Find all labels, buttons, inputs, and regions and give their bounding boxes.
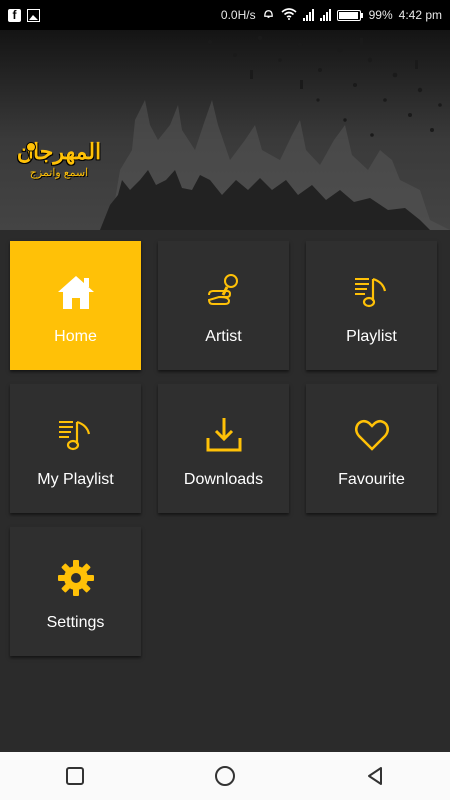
logo-microphone-icon (26, 142, 36, 160)
home-circle-icon[interactable] (214, 765, 236, 787)
alarm-icon (262, 7, 275, 23)
menu-tile-downloads[interactable]: Downloads (158, 384, 289, 513)
menu-tile-label: Settings (46, 614, 105, 631)
menu-tile-label: Downloads (183, 471, 264, 488)
home-icon (57, 276, 94, 309)
menu-tile-playlist[interactable]: Playlist (306, 241, 437, 370)
menu-tile-my-playlist[interactable]: My Playlist (10, 384, 141, 513)
battery-icon (336, 9, 363, 21)
header-banner: المهرجان اسمع واتمزج (0, 30, 450, 230)
menu-tile-home[interactable]: Home (10, 241, 141, 370)
status-right: 0.0H/s 99% 4:42 pm (221, 7, 442, 23)
download-icon (206, 418, 241, 452)
signal-icon (302, 9, 314, 21)
status-left: f (8, 8, 40, 22)
gear-icon (57, 560, 94, 596)
signal-icon (319, 9, 331, 21)
crowd-silhouette-image (100, 35, 450, 230)
network-speed: 0.0H/s (220, 8, 256, 22)
menu-tile-settings[interactable]: Settings (10, 527, 141, 656)
menu-tile-label: Playlist (346, 328, 397, 345)
microphone-hand-icon (207, 274, 238, 305)
battery-percent: 99% (368, 8, 393, 22)
playlist-icon (354, 277, 386, 308)
recents-square-icon[interactable] (64, 765, 86, 787)
clock: 4:42 pm (398, 8, 442, 22)
status-bar: f 0.0H/s 99% 4:42 pm (0, 0, 450, 30)
menu-tile-label: Artist (205, 328, 242, 345)
menu-tile-label: My Playlist (37, 471, 114, 488)
menu-tile-artist[interactable]: Artist (158, 241, 289, 370)
heart-icon (354, 420, 389, 451)
wifi-icon (281, 7, 297, 23)
playlist-icon (58, 420, 90, 451)
menu-tile-label: Favourite (338, 471, 405, 488)
logo-subtitle: اسمع واتمزج (29, 167, 89, 179)
menu-tile-favourite[interactable]: Favourite (306, 384, 437, 513)
back-triangle-icon[interactable] (364, 765, 386, 787)
system-nav-bar (0, 752, 450, 800)
facebook-icon: f (8, 8, 21, 22)
menu-tile-label: Home (54, 328, 97, 345)
image-icon (27, 8, 40, 22)
